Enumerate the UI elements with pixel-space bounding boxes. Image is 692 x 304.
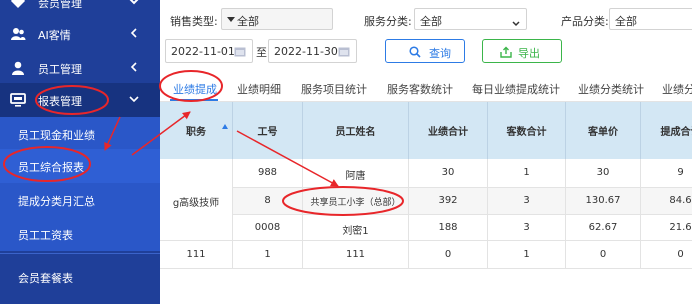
date-separator: 至 [256, 46, 267, 59]
sort-asc-icon[interactable] [222, 124, 228, 129]
calendar-icon [338, 47, 350, 57]
table-cell: 0 [641, 241, 692, 269]
submenu-item-payroll[interactable]: 员工工资表 [0, 217, 160, 251]
tab-performance-category-stats[interactable]: 业绩分类统计 [578, 81, 644, 97]
search-icon [409, 46, 421, 58]
table-cell: 阿唐 [303, 159, 409, 188]
product-class-label: 产品分类: [561, 15, 609, 28]
chevron-down-icon [512, 17, 520, 30]
date-from-input[interactable]: 2022-11-01 [165, 39, 253, 63]
service-class-select[interactable]: 全部 [414, 8, 527, 30]
table-cell: 30 [409, 159, 488, 188]
table-cell: 30 [566, 159, 641, 188]
table-cell: 1 [233, 241, 303, 269]
submenu-item-member-packages[interactable]: 会员套餐表 [0, 260, 160, 294]
submenu-item-staff-report[interactable]: 员工综合报表 [0, 149, 160, 183]
table-cell: 3 [488, 215, 566, 241]
table-cell: 1 [488, 241, 566, 269]
table-cell: 共享员工小李（总部） [303, 188, 409, 215]
table-cell: 130.67 [566, 188, 641, 215]
table-cell: 3 [488, 188, 566, 215]
column-header-avg-ticket[interactable]: 客单价 [566, 102, 641, 159]
query-button[interactable]: 查询 [385, 39, 465, 63]
sidebar-item-label: AI客情 [38, 29, 71, 42]
user-icon [12, 61, 24, 75]
sidebar-item-staff[interactable]: 员工管理 [0, 51, 160, 85]
sidebar-item-label: 报表管理 [38, 95, 82, 108]
table-cell: 9 [641, 159, 692, 188]
chevron-left-icon [130, 62, 137, 72]
submenu-item-commission-monthly[interactable]: 提成分类月汇总 [0, 183, 160, 217]
table-cell: 62.67 [566, 215, 641, 241]
column-header-position[interactable]: 职务 [160, 102, 233, 159]
dropdown-arrow-icon [227, 13, 235, 26]
sidebar-item-ai[interactable]: AI客情 [0, 17, 160, 51]
sidebar-item-reports[interactable]: 报表管理 [0, 83, 160, 117]
diamond-icon [11, 0, 25, 8]
table-cell: 392 [409, 188, 488, 215]
sidebar-item-label: 员工管理 [38, 63, 82, 76]
submenu-item-label: 提成分类月汇总 [18, 195, 95, 208]
table-cell: 8 [233, 188, 303, 215]
column-header-total-customers[interactable]: 客数合计 [488, 102, 566, 159]
table-cell: 188 [409, 215, 488, 241]
sidebar-item-label: 会员管理 [38, 0, 82, 10]
report-tabs: 业绩提成 业绩明细 服务项目统计 服务客数统计 每日业绩提成统计 业绩分类统计 … [160, 72, 692, 102]
position-group-cell: g高级技师 [160, 159, 233, 241]
chevron-down-icon [129, 96, 139, 103]
export-button[interactable]: 导出 [482, 39, 562, 63]
date-to-input[interactable]: 2022-11-30 [268, 39, 357, 63]
tab-performance-more[interactable]: 业绩分 [662, 81, 692, 97]
submenu-item-label: 员工现金和业绩 [18, 129, 95, 142]
tab-performance-detail[interactable]: 业绩明细 [237, 81, 281, 97]
sidebar-divider [0, 253, 160, 254]
table-cell: 0 [566, 241, 641, 269]
active-tab-indicator [170, 99, 218, 101]
table-cell: 0008 [233, 215, 303, 241]
chevron-left-icon [130, 28, 137, 38]
column-header-total-performance[interactable]: 业绩合计 [409, 102, 488, 159]
table-cell: 21.6 [641, 215, 692, 241]
monitor-icon [10, 93, 26, 107]
table-cell: 111 [303, 241, 409, 269]
table-cell: 84.6 [641, 188, 692, 215]
tab-daily-commission-stats[interactable]: 每日业绩提成统计 [472, 81, 560, 97]
table-cell: 988 [233, 159, 303, 188]
report-table: 职务 工号 员工姓名 业绩合计 客数合计 客单价 提成合计 g高级技师 988 … [160, 102, 692, 269]
column-header-name[interactable]: 员工姓名 [303, 102, 409, 159]
tab-service-item-stats[interactable]: 服务项目统计 [301, 81, 367, 97]
column-header-id[interactable]: 工号 [233, 102, 303, 159]
sidebar: 会员管理 AI客情 员工管理 报表管理 员工现金和业绩 员工综合报表 提成分类月… [0, 0, 160, 304]
table-cell: 1 [488, 159, 566, 188]
submenu-item-label: 员工综合报表 [18, 161, 84, 174]
sale-type-label: 销售类型: [170, 15, 218, 28]
upload-icon [500, 46, 512, 58]
tab-service-customer-stats[interactable]: 服务客数统计 [387, 81, 453, 97]
service-class-label: 服务分类: [364, 15, 412, 28]
product-class-select[interactable]: 全部 [609, 8, 692, 30]
column-header-total-commission[interactable]: 提成合计 [641, 102, 692, 159]
sale-type-select[interactable]: 全部 [221, 8, 333, 30]
tab-performance-commission[interactable]: 业绩提成 [173, 81, 217, 97]
user-group-icon [11, 28, 26, 40]
submenu-item-label: 员工工资表 [18, 229, 73, 242]
table-cell: 0 [409, 241, 488, 269]
chevron-down-icon [129, 0, 139, 5]
table-cell: 111 [160, 241, 233, 269]
submenu-item-cash-performance[interactable]: 员工现金和业绩 [0, 117, 160, 151]
submenu-item-label: 会员套餐表 [18, 272, 73, 285]
table-cell: 刘密1 [303, 215, 409, 241]
calendar-icon [234, 47, 246, 57]
